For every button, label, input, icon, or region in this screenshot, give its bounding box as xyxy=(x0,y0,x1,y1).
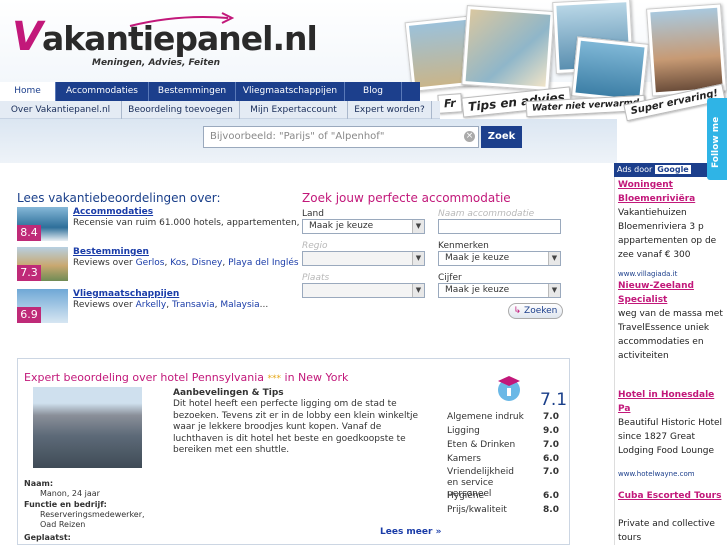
tab-vliegmaatschappijen[interactable]: Vliegmaatschappijen xyxy=(236,82,345,101)
chevron-down-icon: ▼ xyxy=(412,252,424,265)
tab-home[interactable]: Home xyxy=(0,82,56,101)
naam-label: Naam accommodatie xyxy=(438,209,535,219)
plaats-label: Plaats xyxy=(302,273,330,283)
collage-sticker: Fr xyxy=(437,93,463,114)
score-row: Prijs/kwaliteit 8.0 xyxy=(447,505,559,515)
chevron-down-icon: ▼ xyxy=(548,252,560,265)
subnav-expertaccount[interactable]: Mijn Expertaccount xyxy=(240,101,348,119)
review-category[interactable]: 6.9 Vliegmaatschappijen Reviews over Ark… xyxy=(17,289,292,323)
cijfer-label: Cijfer xyxy=(438,273,462,283)
score-row: Ligging 9.0 xyxy=(447,426,559,436)
tips-text: Dit hotel heeft een perfecte ligging om … xyxy=(173,399,419,455)
plaats-select[interactable]: ▼ xyxy=(302,283,425,298)
category-desc: Recensie van ruim 61.000 hotels, apparte… xyxy=(73,218,311,228)
ad-body: Vakantiehuizen Bloemenriviera 3 p appart… xyxy=(618,208,717,260)
airline-link[interactable]: Transavia xyxy=(172,300,215,310)
ad-body: Private and collective tours xyxy=(618,519,715,543)
review-category[interactable]: 8.4 Accommodaties Recensie van ruim 61.0… xyxy=(17,207,311,241)
expert-review-heading[interactable]: Expert beoordeling over hotel Pennsylvan… xyxy=(24,371,348,384)
ad-body: Beautiful Historic Hotel since 1827 Grea… xyxy=(618,418,723,456)
tab-accommodaties[interactable]: Accommodaties xyxy=(56,82,149,101)
search-button[interactable]: Zoek xyxy=(481,126,522,148)
subnav-beoordeling-toevoegen[interactable]: Beoordeling toevoegen xyxy=(122,101,240,119)
score-row: Hygiëne 6.0 xyxy=(447,491,559,501)
ad-title[interactable]: Hotel in Honesdale Pa xyxy=(618,388,726,416)
score-row: Algemene indruk 7.0 xyxy=(447,412,559,422)
star-rating: *** xyxy=(267,374,282,384)
functie-label: Functie en bedrijf: xyxy=(24,500,107,509)
logo-arrow-icon xyxy=(129,12,234,27)
logo-tagline: Meningen, Advies, Feiten xyxy=(92,58,221,68)
category-desc: Reviews over Arkelly, Transavia, Malaysi… xyxy=(73,300,269,310)
ad-body: weg van de massa met TravelEssence uniek… xyxy=(618,309,723,361)
kenmerken-label: Kenmerken xyxy=(438,241,489,251)
sub-nav: Over Vakantiepanel.nl Beoordeling toevoe… xyxy=(0,101,440,119)
lees-meer-link[interactable]: Lees meer » xyxy=(380,527,441,537)
tab-blog[interactable]: Blog xyxy=(345,82,402,101)
review-category[interactable]: 7.3 Bestemmingen Reviews over Gerlos, Ko… xyxy=(17,247,310,281)
clear-icon[interactable]: × xyxy=(464,131,475,142)
land-label: Land xyxy=(302,209,324,219)
destination-link[interactable]: Disney xyxy=(192,258,223,268)
naam-input[interactable] xyxy=(438,219,561,234)
reviews-title: Lees vakantiebeoordelingen over: xyxy=(17,191,221,205)
follow-me-tab[interactable]: Follow me xyxy=(707,98,727,180)
search-input[interactable]: Bijvoorbeeld: "Parijs" of "Alpenhof" xyxy=(203,126,479,148)
google-logo: Google xyxy=(655,165,691,174)
tips-title: Aanbevelingen & Tips xyxy=(173,388,284,398)
ad-url[interactable]: www.hotelwayne.com xyxy=(618,470,695,478)
cijfer-select[interactable]: Maak je keuze ▼ xyxy=(438,283,561,298)
score-badge: 7.3 xyxy=(17,265,41,281)
tab-bestemmingen[interactable]: Bestemmingen xyxy=(149,82,236,101)
header-photo-collage: Fr Tips en advies Water niet verwarmd Su… xyxy=(404,0,727,125)
naam-value: Manon, 24 jaar xyxy=(40,489,100,498)
category-desc: Reviews over Gerlos, Kos, Disney, Playa … xyxy=(73,258,310,268)
expert-photo xyxy=(33,387,142,468)
destination-link[interactable]: Kos xyxy=(170,258,186,268)
airline-link[interactable]: Malaysia xyxy=(220,300,259,310)
chevron-down-icon: ▼ xyxy=(412,284,424,297)
main-nav: Home Accommodaties Bestemmingen Vliegmaa… xyxy=(0,82,420,101)
finder-title: Zoek jouw perfecte accommodatie xyxy=(302,191,511,205)
functie-value: Reserveringsmedewerker, Oad Reizen xyxy=(40,510,145,529)
destination-link[interactable]: Playa del Inglés xyxy=(228,258,299,268)
score-row: Kamers 6.0 xyxy=(447,454,559,464)
arrow-icon: ↳ xyxy=(513,306,522,316)
ad-url[interactable]: www.villagiada.it xyxy=(618,270,677,278)
total-score: 7.1 xyxy=(540,390,568,410)
score-badge: 6.9 xyxy=(17,307,41,323)
geplaatst-label: Geplaatst: xyxy=(24,533,71,542)
destination-link[interactable]: Gerlos xyxy=(136,258,165,268)
land-select[interactable]: Maak je keuze ▼ xyxy=(302,219,425,234)
ad-title[interactable]: Cuba Escorted Tours xyxy=(618,489,726,503)
ad-title[interactable]: Woningent Bloemenriviëra xyxy=(618,178,726,206)
regio-select[interactable]: ▼ xyxy=(302,251,425,266)
zoeken-button[interactable]: ↳ Zoeken xyxy=(508,303,563,319)
category-link[interactable]: Vliegmaatschappijen xyxy=(73,289,179,299)
score-badge: 8.4 xyxy=(17,225,41,241)
regio-label: Regio xyxy=(302,241,328,251)
logo-letter: V xyxy=(12,14,43,60)
graduation-cap-icon xyxy=(498,376,520,401)
naam-label: Naam: xyxy=(24,479,54,488)
ad-title[interactable]: Nieuw-Zeeland Specialist xyxy=(618,279,726,307)
score-row: Eten & Drinken 7.0 xyxy=(447,440,559,450)
category-link[interactable]: Accommodaties xyxy=(73,207,153,217)
chevron-down-icon: ▼ xyxy=(412,220,424,233)
subnav-over[interactable]: Over Vakantiepanel.nl xyxy=(0,101,122,119)
chevron-down-icon: ▼ xyxy=(548,284,560,297)
kenmerken-select[interactable]: Maak je keuze ▼ xyxy=(438,251,561,266)
subnav-expert-worden[interactable]: Expert worden? xyxy=(348,101,432,119)
airline-link[interactable]: Arkelly xyxy=(136,300,167,310)
category-link[interactable]: Bestemmingen xyxy=(73,247,149,257)
